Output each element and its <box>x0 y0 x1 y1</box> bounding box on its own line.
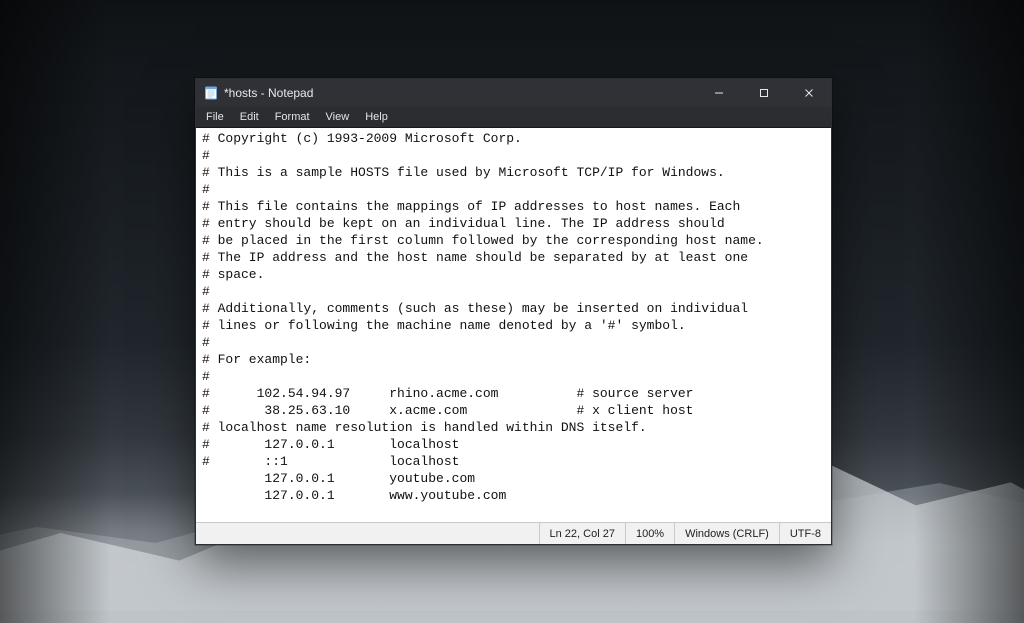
notepad-icon <box>204 86 218 100</box>
window-title: *hosts - Notepad <box>224 86 313 100</box>
menu-view[interactable]: View <box>318 109 358 125</box>
menu-edit[interactable]: Edit <box>232 109 267 125</box>
maximize-button[interactable] <box>741 79 786 107</box>
notepad-window[interactable]: *hosts - Notepad File Edit Format View H… <box>195 78 832 545</box>
status-bar: Ln 22, Col 27 100% Windows (CRLF) UTF-8 <box>196 522 831 544</box>
window-titlebar[interactable]: *hosts - Notepad <box>196 79 831 107</box>
menu-bar: File Edit Format View Help <box>196 107 831 128</box>
menu-format[interactable]: Format <box>267 109 318 125</box>
editor-content[interactable]: # Copyright (c) 1993-2009 Microsoft Corp… <box>202 130 827 504</box>
window-controls <box>696 79 831 107</box>
status-position: Ln 22, Col 27 <box>539 523 625 544</box>
status-zoom: 100% <box>625 523 674 544</box>
minimize-button[interactable] <box>696 79 741 107</box>
editor-area[interactable]: # Copyright (c) 1993-2009 Microsoft Corp… <box>196 128 831 522</box>
close-button[interactable] <box>786 79 831 107</box>
wallpaper-shape <box>0 0 110 623</box>
menu-file[interactable]: File <box>198 109 232 125</box>
wallpaper-shape <box>914 0 1024 623</box>
status-encoding: UTF-8 <box>779 523 831 544</box>
status-line-ending: Windows (CRLF) <box>674 523 779 544</box>
status-spacer <box>196 523 539 544</box>
menu-help[interactable]: Help <box>357 109 396 125</box>
